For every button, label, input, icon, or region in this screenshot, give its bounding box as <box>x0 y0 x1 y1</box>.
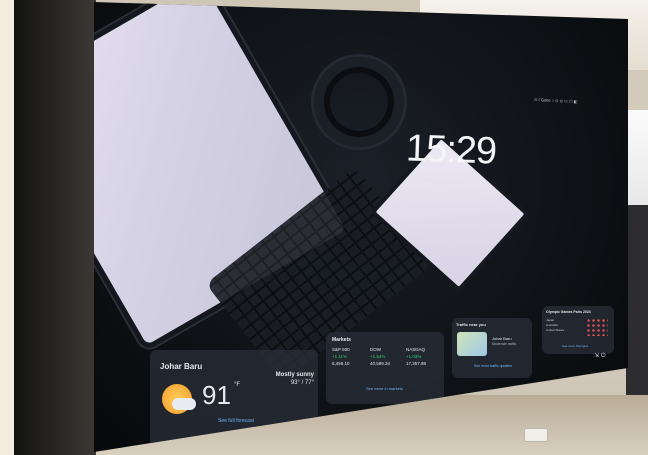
traffic-status: Moderate traffic <box>492 342 517 346</box>
market-item[interactable]: S&P 500 +1.11% 5,459.10 <box>332 346 350 367</box>
accessibility-icon[interactable]: ⇲ ⏻ <box>594 352 605 360</box>
markets-widget[interactable]: Markets S&P 500 +1.11% 5,459.10 DOW +1.6… <box>326 332 444 404</box>
market-value: 5,459.10 <box>332 361 350 366</box>
partly-sunny-icon <box>162 384 196 418</box>
traffic-place: Johar Baru <box>492 336 512 341</box>
weather-temperature: 91 <box>202 380 231 410</box>
weather-condition: Mostly sunny <box>275 372 314 378</box>
market-change: +1.03% <box>406 354 422 359</box>
medal-dots <box>586 318 608 336</box>
market-item[interactable]: DOW +1.64% 40,589.34 <box>370 346 390 367</box>
market-change: +1.64% <box>370 354 386 359</box>
traffic-title: Traffic near you <box>456 322 486 327</box>
market-change: +1.11% <box>332 354 348 359</box>
market-name: DOW <box>370 347 381 352</box>
wallpaper-camera <box>314 57 404 147</box>
lock-clock: 15:29 <box>405 127 497 173</box>
weather-range: 93° / 77° <box>290 380 314 386</box>
medal-row: United States <box>546 328 565 332</box>
olympics-widget[interactable]: Olympic Games Paris 2024 Japan Australia… <box>542 306 614 354</box>
display-frame <box>14 0 96 455</box>
traffic-link[interactable]: See more traffic updates <box>474 364 512 368</box>
traffic-widget[interactable]: Traffic near you Johar Baru Moderate tra… <box>452 318 532 378</box>
olympics-link[interactable]: See more Olympics <box>562 344 588 348</box>
markets-link[interactable]: See more in markets <box>366 386 403 391</box>
traffic-map <box>457 332 487 356</box>
forecast-link[interactable]: See full forecast <box>218 418 254 424</box>
medal-list: Japan Australia United States <box>546 318 564 333</box>
market-name: S&P 500 <box>332 347 350 352</box>
market-name: NASDAQ <box>406 347 426 352</box>
market-value: 17,357.88 <box>406 361 427 366</box>
olympics-title: Olympic Games Paris 2024 <box>546 310 591 314</box>
weather-unit: °F <box>234 382 241 388</box>
status-bar: ⊙ Ⅰ Gone ○ ⊙ ⊙ ▭ ☐ ◧ <box>533 96 578 105</box>
weather-location: Johar Baru <box>160 362 203 371</box>
market-value: 40,589.34 <box>370 361 391 366</box>
market-item[interactable]: NASDAQ +1.03% 17,357.88 <box>406 346 426 367</box>
power-outlet <box>524 428 548 442</box>
markets-title: Markets <box>332 337 351 343</box>
